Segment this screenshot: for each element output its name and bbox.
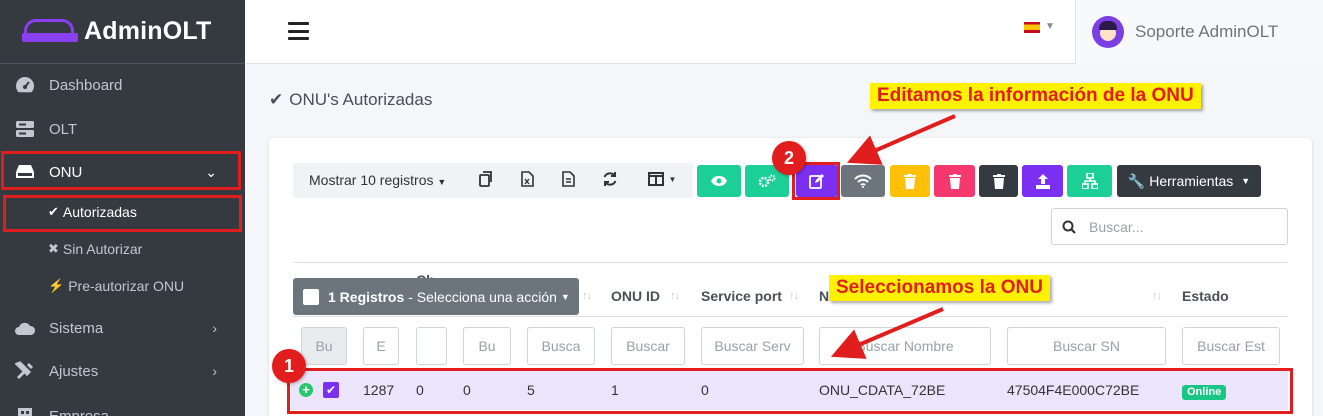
sort-icon[interactable]: ↑↓ bbox=[670, 290, 680, 302]
filter-input[interactable] bbox=[463, 327, 511, 365]
column-header-estado[interactable]: Estado bbox=[1182, 288, 1229, 304]
sort-icon[interactable]: ↑↓ bbox=[789, 290, 799, 302]
topbar: ▼ Soporte AdminOLT bbox=[245, 0, 1323, 64]
cogs-icon bbox=[758, 174, 776, 188]
trash-icon bbox=[948, 173, 961, 189]
filter-input[interactable] bbox=[819, 327, 991, 365]
sidebar-subitem-pre-autorizar[interactable]: ⚡ Pre-autorizar ONU bbox=[0, 268, 245, 304]
selection-action: - Selecciona una acción bbox=[408, 288, 557, 305]
filter-input[interactable] bbox=[611, 327, 685, 365]
sort-icon[interactable]: ↑↓ bbox=[582, 290, 592, 302]
wifi-icon bbox=[854, 174, 872, 188]
building-icon bbox=[14, 407, 36, 416]
menu-toggle-icon[interactable] bbox=[288, 22, 309, 40]
filter-input[interactable] bbox=[527, 327, 595, 365]
upload-icon bbox=[1035, 173, 1050, 189]
cloud-icon bbox=[14, 319, 36, 337]
eye-icon bbox=[711, 176, 727, 186]
delete-dark-button[interactable] bbox=[979, 165, 1018, 197]
user-name: Soporte AdminOLT bbox=[1135, 22, 1279, 41]
callout-edit: Editamos la información de la ONU bbox=[870, 83, 1201, 109]
callout-select: Seleccionamos la ONU bbox=[829, 275, 1050, 301]
sidebar-item-olt[interactable]: OLT bbox=[0, 109, 245, 149]
search-input[interactable] bbox=[1089, 218, 1259, 235]
caret-down-icon: ▼ bbox=[560, 291, 570, 302]
excel-icon[interactable] bbox=[518, 170, 536, 188]
divider bbox=[293, 262, 1288, 263]
brand-name: AdminOLT bbox=[84, 17, 212, 45]
divider bbox=[293, 316, 1288, 317]
highlight-autorizadas bbox=[3, 195, 242, 232]
server-icon bbox=[14, 120, 36, 138]
filter-input[interactable] bbox=[301, 327, 347, 365]
selection-action-bar[interactable]: 1 Registros - Selecciona una acción ▼ bbox=[293, 278, 579, 315]
avatar bbox=[1092, 16, 1124, 48]
sitemap-icon bbox=[1081, 173, 1098, 189]
network-button[interactable] bbox=[1067, 165, 1112, 197]
sidebar-item-label: Dashboard bbox=[49, 76, 123, 94]
column-header-onu-id[interactable]: ONU ID bbox=[611, 288, 660, 304]
view-button[interactable] bbox=[697, 165, 741, 197]
tools-icon bbox=[14, 361, 36, 380]
plug-icon: ⚡ bbox=[48, 278, 65, 293]
check-icon: ✔ bbox=[269, 90, 284, 109]
sidebar-item-ajustes[interactable]: Ajustes › bbox=[0, 351, 245, 391]
upload-button[interactable] bbox=[1022, 165, 1063, 197]
filter-input[interactable] bbox=[1007, 327, 1166, 365]
sidebar-item-sistema[interactable]: Sistema › bbox=[0, 308, 245, 348]
trash-icon bbox=[904, 173, 916, 189]
columns-icon[interactable]: ▼ bbox=[646, 170, 678, 188]
chevron-right-icon: › bbox=[212, 320, 217, 336]
trash-icon bbox=[992, 173, 1005, 189]
sort-icon[interactable]: ↑↓ bbox=[1152, 290, 1162, 302]
delete-yellow-button[interactable] bbox=[890, 165, 930, 197]
page-title-text: ONU's Autorizadas bbox=[289, 90, 433, 109]
copy-icon[interactable] bbox=[477, 170, 495, 188]
sidebar-item-dashboard[interactable]: Dashboard bbox=[0, 65, 245, 105]
dashboard-icon bbox=[14, 76, 36, 94]
caret-down-icon: ▼ bbox=[1241, 176, 1251, 186]
search-icon bbox=[1062, 220, 1076, 234]
times-icon: ✖ bbox=[48, 241, 59, 256]
filter-input[interactable] bbox=[701, 327, 804, 365]
sidebar-item-empresa[interactable]: Empresa bbox=[0, 396, 245, 416]
page-length-select[interactable]: Mostrar 10 registros ▼ bbox=[309, 172, 446, 188]
sidebar-subitem-label: Sin Autorizar bbox=[62, 241, 143, 257]
wifi-button[interactable] bbox=[841, 165, 885, 197]
logo-icon bbox=[22, 18, 78, 45]
page-title: ✔ ONU's Autorizadas bbox=[269, 90, 432, 110]
csv-icon[interactable] bbox=[559, 170, 577, 188]
brand[interactable]: AdminOLT bbox=[0, 0, 245, 64]
tools-dropdown-button[interactable]: 🔧 Herramientas ▼ bbox=[1117, 165, 1261, 197]
sidebar-subitem-label: Pre-autorizar ONU bbox=[68, 278, 185, 294]
delete-pink-button[interactable] bbox=[934, 165, 975, 197]
refresh-icon[interactable] bbox=[601, 170, 619, 188]
sidebar-item-label: OLT bbox=[49, 120, 78, 138]
selected-count: 1 Registros bbox=[328, 288, 405, 305]
sidebar-subitem-sin-autorizar[interactable]: ✖ Sin Autorizar bbox=[0, 231, 245, 267]
step-number-1: 1 bbox=[272, 349, 306, 383]
highlight-onu bbox=[1, 151, 241, 190]
filter-input[interactable] bbox=[1182, 327, 1280, 365]
column-header-service-port[interactable]: Service port bbox=[701, 288, 782, 304]
sidebar-item-label: Sistema bbox=[49, 319, 104, 337]
caret-down-icon[interactable]: ▼ bbox=[1045, 21, 1055, 32]
wrench-icon: 🔧 bbox=[1127, 172, 1146, 189]
select-all-checkbox[interactable] bbox=[303, 288, 319, 305]
step-number-2: 2 bbox=[772, 141, 806, 175]
spain-flag-icon[interactable] bbox=[1024, 22, 1040, 33]
sidebar-item-label: Ajustes bbox=[49, 362, 99, 380]
highlight-row bbox=[287, 368, 1293, 414]
chevron-right-icon: › bbox=[212, 363, 217, 379]
filter-input[interactable] bbox=[363, 327, 399, 365]
search-box[interactable] bbox=[1051, 208, 1288, 245]
filter-input[interactable] bbox=[416, 327, 447, 365]
user-menu[interactable]: Soporte AdminOLT bbox=[1075, 0, 1323, 64]
sidebar-item-label: Empresa bbox=[49, 407, 110, 416]
